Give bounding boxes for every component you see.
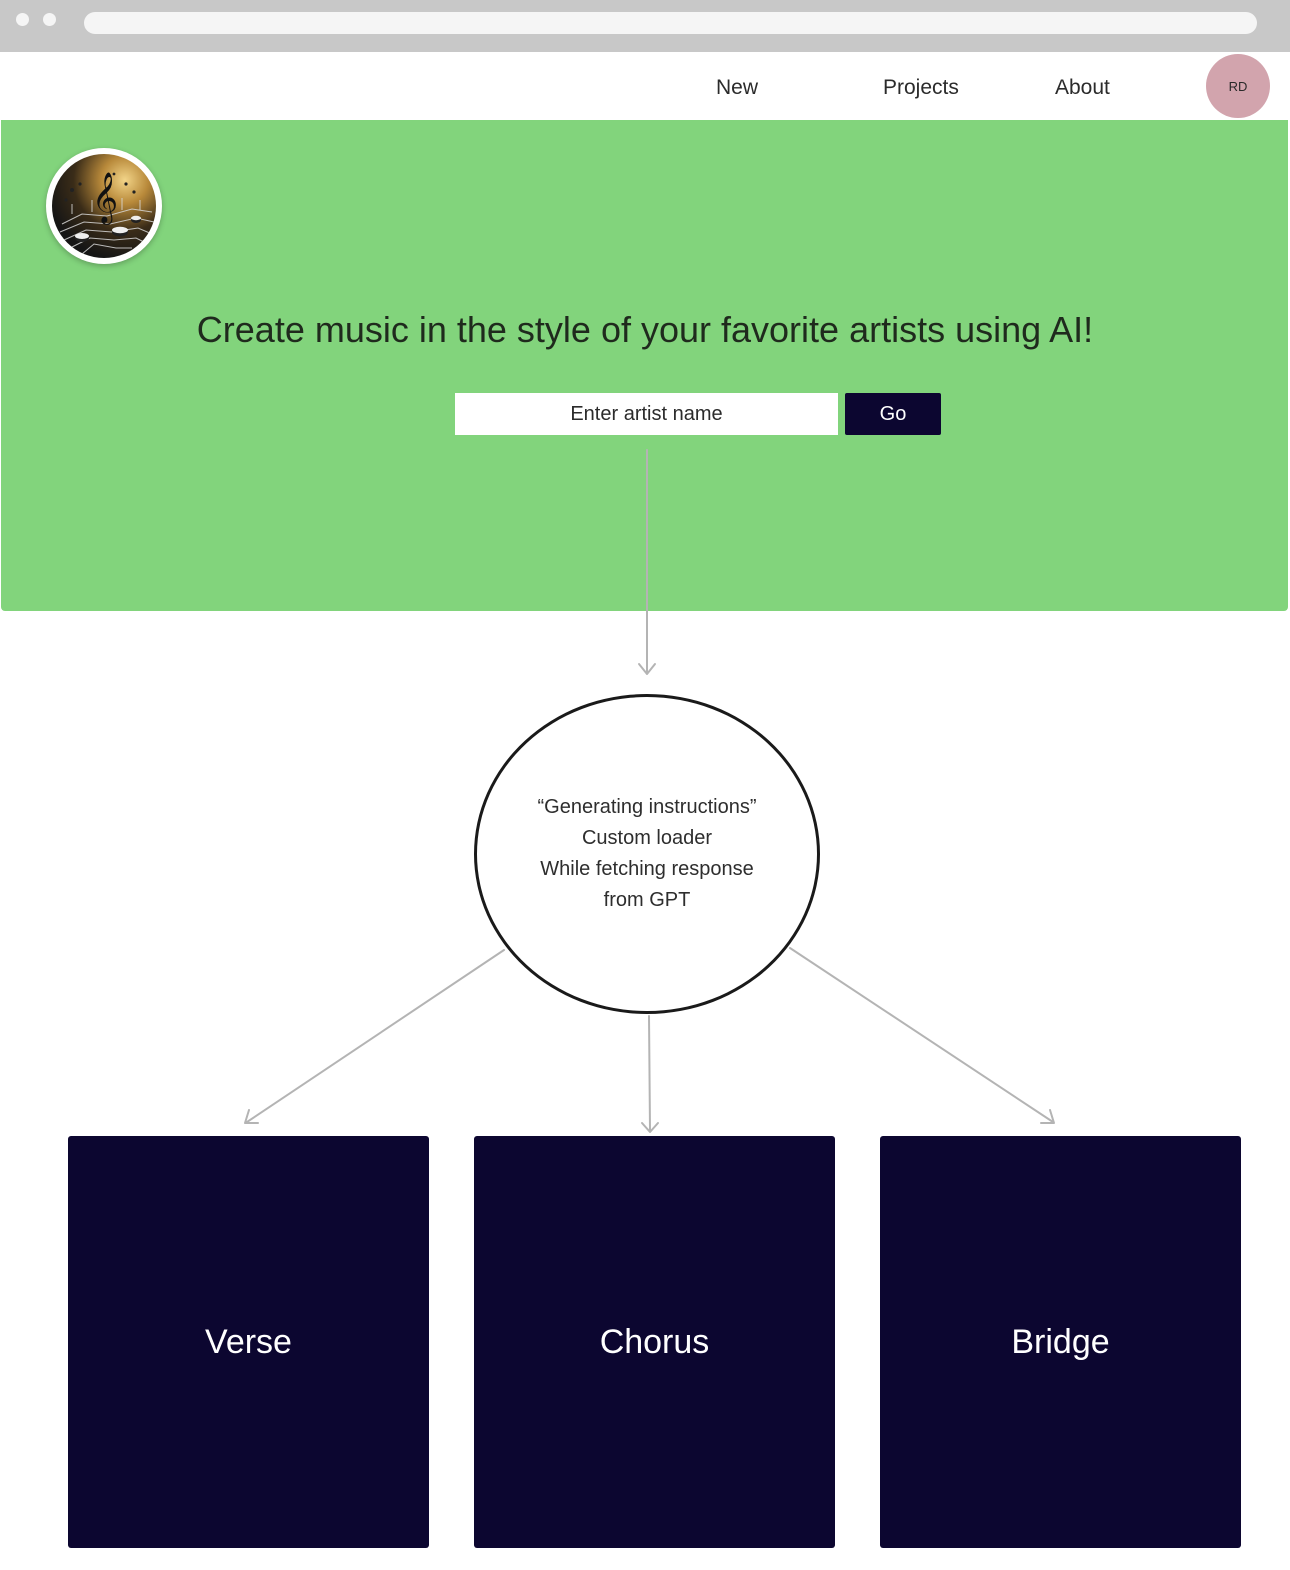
loader-text-line: “Generating instructions” xyxy=(537,796,757,818)
app-logo[interactable]: 𝄞 xyxy=(46,148,162,264)
user-avatar[interactable]: RD xyxy=(1206,54,1270,118)
arrow-to-chorus xyxy=(648,1015,651,1131)
loader-text-line: Custom loader xyxy=(581,827,713,849)
nav-link-about[interactable]: About xyxy=(1055,76,1110,100)
music-circuit-logo-icon: 𝄞 xyxy=(52,154,156,258)
arrow-to-chorus-head xyxy=(641,1122,659,1133)
svg-text:𝄞: 𝄞 xyxy=(92,172,118,225)
chorus-card[interactable]: Chorus xyxy=(474,1136,835,1548)
loader-text-line: from GPT xyxy=(603,889,691,911)
generating-loader: “Generating instructions” Custom loader … xyxy=(474,694,820,1014)
arrow-to-verse-head xyxy=(244,1109,259,1124)
top-nav: New Projects About RD xyxy=(2,52,1288,121)
avatar-initials: RD xyxy=(1228,78,1248,94)
card-label: Chorus xyxy=(599,1322,710,1361)
verse-card[interactable]: Verse xyxy=(68,1136,429,1548)
address-bar[interactable] xyxy=(84,12,1257,34)
arrow-to-bridge-head xyxy=(1040,1109,1055,1124)
bridge-card[interactable]: Bridge xyxy=(880,1136,1241,1548)
hero-section xyxy=(1,120,1288,611)
window-control-dot[interactable] xyxy=(16,13,29,26)
nav-link-projects[interactable]: Projects xyxy=(883,76,959,100)
arrow-to-loader-head xyxy=(638,663,656,675)
page: New Projects About RD 𝄞 Create music in … xyxy=(0,0,1290,1570)
card-label: Verse xyxy=(205,1322,292,1361)
arrow-to-verse xyxy=(246,949,505,1123)
artist-name-input[interactable] xyxy=(455,393,838,435)
card-label: Bridge xyxy=(1011,1322,1110,1361)
go-button[interactable]: Go xyxy=(845,393,941,435)
arrow-to-bridge xyxy=(789,947,1054,1123)
window-control-dot[interactable] xyxy=(43,13,56,26)
hero-headline: Create music in the style of your favori… xyxy=(196,309,1094,350)
nav-link-new[interactable]: New xyxy=(716,76,758,100)
loader-text-line: While fetching response xyxy=(540,858,754,880)
browser-chrome xyxy=(0,0,1290,52)
